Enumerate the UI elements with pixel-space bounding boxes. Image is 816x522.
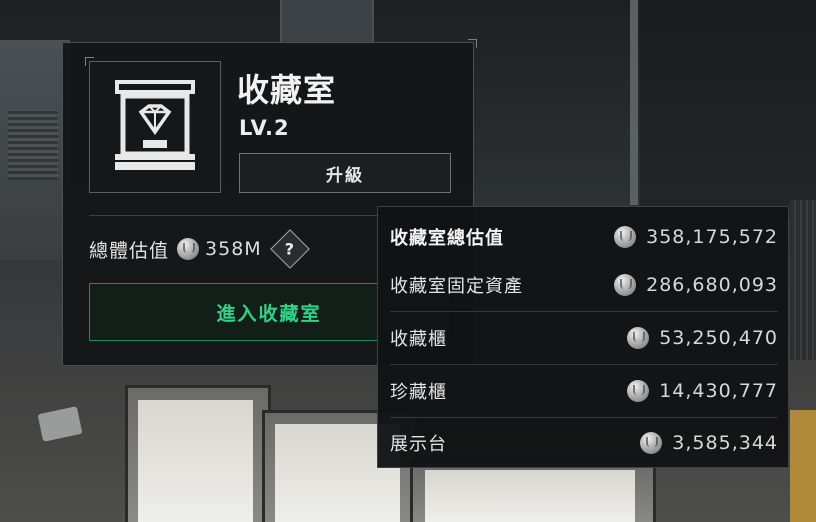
breakdown-row: 收藏室總估值 358,175,572 — [390, 211, 778, 263]
room-icon-frame — [89, 61, 221, 193]
breakdown-value-group: 286,680,093 — [614, 274, 778, 296]
valuation-value: 358M — [205, 238, 262, 260]
breakdown-label: 收藏室固定資產 — [390, 276, 523, 297]
upgrade-button[interactable]: 升級 — [239, 153, 451, 193]
valuation-label: 總體估值 — [89, 239, 170, 262]
breakdown-label: 收藏室總估值 — [390, 228, 504, 249]
silver-coin-icon — [614, 274, 637, 296]
cabinet-left-glass — [138, 400, 253, 522]
pillar — [630, 0, 638, 205]
silver-coin-icon — [627, 380, 650, 402]
breakdown-row: 收藏室固定資產 286,680,093 — [390, 259, 778, 311]
breakdown-value-group: 3,585,344 — [640, 432, 778, 454]
cabinet-right-glass — [425, 470, 635, 522]
breakdown-row: 展示台 3,585,344 — [390, 417, 778, 469]
breakdown-value: 286,680,093 — [646, 274, 778, 296]
left-grille — [8, 110, 58, 180]
silver-coin-icon — [627, 327, 650, 349]
breakdown-value: 358,175,572 — [646, 226, 778, 248]
warm-lights — [790, 410, 816, 522]
silver-coin-icon — [177, 238, 200, 260]
breakdown-label: 珍藏櫃 — [390, 382, 447, 403]
room-level: LV.2 — [239, 116, 290, 140]
breakdown-value-group: 358,175,572 — [614, 226, 778, 248]
right-wall — [640, 0, 816, 220]
room-title: 收藏室 — [237, 71, 337, 109]
question-diamond-icon[interactable]: ? — [269, 229, 310, 269]
breakdown-label: 展示台 — [390, 434, 447, 455]
ceiling-beam — [280, 0, 374, 45]
breakdown-value: 53,250,470 — [659, 327, 778, 349]
breakdown-value-group: 53,250,470 — [627, 327, 778, 349]
corner-mark — [468, 39, 477, 48]
breakdown-value: 14,430,777 — [659, 380, 778, 402]
valuation-breakdown-tooltip: 收藏室總估值 358,175,572 收藏室固定資產 286,680,093 收… — [377, 206, 789, 468]
breakdown-value: 3,585,344 — [672, 432, 778, 454]
wall-vent — [790, 200, 816, 360]
display-case-gem-icon — [115, 80, 195, 170]
help-symbol: ? — [285, 239, 295, 259]
total-valuation-row: 總體估值 358M ? — [89, 229, 310, 269]
silver-coin-icon — [640, 432, 663, 454]
silver-coin-icon — [614, 226, 637, 248]
breakdown-label: 收藏櫃 — [390, 329, 447, 350]
breakdown-value-group: 14,430,777 — [627, 380, 778, 402]
breakdown-row: 珍藏櫃 14,430,777 — [390, 365, 778, 417]
breakdown-row: 收藏櫃 53,250,470 — [390, 312, 778, 364]
